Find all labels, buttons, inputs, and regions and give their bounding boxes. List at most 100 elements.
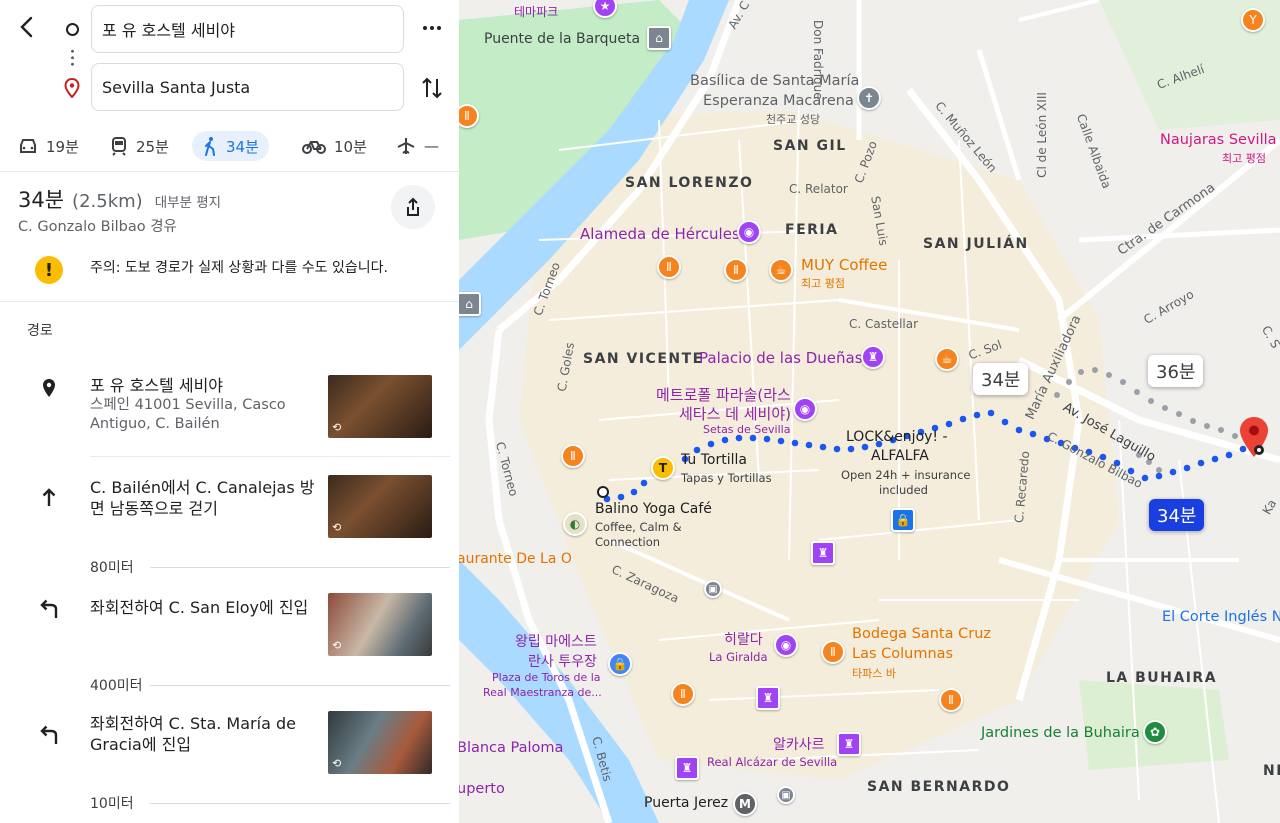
tortilla-icon[interactable]: T — [651, 456, 675, 480]
walk-icon — [205, 137, 215, 156]
street-label: Cl de León XIII — [1034, 92, 1049, 178]
restaurant-icon[interactable]: Ⅱ — [671, 682, 695, 706]
area-label: SAN VICENTE — [583, 351, 704, 367]
bus-stop-icon[interactable]: ▣ — [704, 580, 722, 598]
more-options-button[interactable] — [420, 18, 444, 38]
step-distance: 400미터 — [90, 678, 143, 694]
mode-tab-flight[interactable]: — — [386, 131, 449, 161]
poi-label[interactable]: Palacio de las Dueñas — [699, 349, 863, 367]
camera-icon[interactable]: ◉ — [793, 397, 817, 421]
poi-label[interactable]: uperto — [459, 781, 505, 797]
street-view-thumbnail[interactable]: ⟲ — [328, 475, 432, 538]
mode-tab-cycling[interactable]: 10분 — [292, 131, 377, 161]
poi-label[interactable]: El Corte Inglés Nerv — [1162, 609, 1280, 625]
restaurant-icon[interactable]: Ⅱ — [821, 640, 845, 664]
back-button[interactable] — [12, 10, 40, 44]
poi-label[interactable]: Naujaras Sevilla — [1160, 132, 1277, 148]
poi-label[interactable]: Las Columnas — [852, 646, 953, 662]
poi-label[interactable]: Jardines de la Buhaira — [981, 725, 1140, 741]
museum-icon[interactable]: ♜ — [756, 686, 780, 710]
route-summary: 34분 (2.5km) 대부분 평지 — [18, 184, 221, 214]
origin-input[interactable]: 포 유 호스텔 세비야 — [91, 5, 404, 53]
divider — [0, 301, 459, 302]
plane-icon — [397, 138, 415, 154]
step-direction[interactable]: 좌회전하여 C. Sta. María de Gracia에 진입 ⟲ — [0, 706, 459, 781]
street-view-thumbnail[interactable]: ⟲ — [328, 593, 432, 656]
cafe-logo-icon[interactable]: ◐ — [563, 512, 587, 536]
poi-label[interactable]: MUY Coffee — [801, 256, 887, 274]
church-icon[interactable]: ✝ — [857, 86, 881, 110]
poi-label[interactable]: Esperanza Macarena — [703, 93, 854, 109]
poi-label[interactable]: 왕립 마에스트 — [515, 631, 597, 651]
poi-label[interactable]: 히랄다 — [724, 629, 763, 649]
park-icon[interactable]: ✿ — [1143, 720, 1167, 744]
restaurant-icon[interactable]: Ⅱ — [724, 258, 748, 282]
poi-label[interactable]: 세타스 데 세비야) — [679, 403, 791, 424]
landmark-icon[interactable]: ⌂ — [459, 292, 481, 316]
bar-icon[interactable]: Y — [1241, 8, 1265, 32]
museum-icon[interactable]: ♜ — [861, 345, 885, 369]
share-button[interactable] — [391, 185, 435, 229]
swap-button[interactable] — [421, 75, 443, 105]
street-view-thumbnail[interactable]: ⟲ — [328, 375, 432, 438]
poi-label[interactable]: ALFALFA — [871, 448, 929, 464]
destination-marker[interactable] — [1239, 416, 1269, 462]
poi-label[interactable]: Tu Tortilla — [681, 452, 747, 468]
bridge-icon[interactable]: ⌂ — [647, 26, 671, 50]
train-icon — [112, 137, 126, 156]
ticket-icon[interactable]: 🔒 — [608, 652, 632, 676]
route-alt-time-label[interactable]: 36분 — [1148, 355, 1204, 387]
metro-icon[interactable]: M — [733, 792, 757, 816]
poi-label[interactable]: 란사 투우장 — [528, 651, 597, 671]
poi-label[interactable]: Bodega Santa Cruz — [852, 626, 991, 642]
arrow-up-icon — [36, 484, 62, 510]
destination-input[interactable]: Sevilla Santa Justa — [91, 63, 404, 111]
restaurant-icon[interactable]: Ⅱ — [657, 255, 681, 279]
route-start-marker[interactable] — [597, 486, 609, 498]
route-alt-time-label[interactable]: 34분 — [973, 363, 1029, 395]
divider — [150, 803, 450, 804]
summary-via: C. Gonzalo Bilbao 경유 — [18, 219, 177, 235]
divider — [150, 685, 450, 686]
destination-point — [1254, 445, 1264, 455]
mode-tab-cycling-label: 10분 — [334, 137, 367, 156]
mode-tab-transit[interactable]: 25분 — [100, 131, 179, 161]
poi-label[interactable]: Basílica de Santa María — [690, 73, 859, 89]
street-view-thumbnail[interactable]: ⟲ — [328, 711, 432, 774]
poi-label[interactable]: 메트로폴 파라솔(라스 — [656, 384, 791, 405]
step-origin[interactable]: 포 유 호스텔 세비야 스페인 41001 Sevilla, Casco Ant… — [0, 370, 459, 445]
poi-label[interactable]: Blanca Paloma — [459, 740, 563, 756]
poi-label[interactable]: 알카사르 — [773, 734, 825, 754]
mode-tab-walking-label: 34분 — [226, 137, 259, 156]
share-icon — [407, 197, 419, 216]
mode-tab-walking[interactable]: 34분 — [192, 131, 269, 161]
coffee-icon[interactable]: ☕ — [935, 347, 959, 371]
museum-icon[interactable]: ♜ — [675, 756, 699, 780]
step-title: 포 유 호스텔 세비야 — [90, 376, 224, 395]
lock-storage-icon[interactable]: 🔒 — [891, 508, 915, 532]
step-direction[interactable]: 좌회전하여 C. San Eloy에 진입 ⟲ — [0, 588, 459, 663]
360-view-icon: ⟲ — [332, 521, 342, 534]
step-direction[interactable]: C. Bailén에서 C. Canalejas 방면 남동쪽으로 걷기 ⟲ — [0, 470, 459, 545]
poi-sublabel: 최고 평점 — [1222, 152, 1266, 165]
poi-label[interactable]: 테마파크 — [514, 3, 558, 20]
museum-icon[interactable]: ♜ — [811, 541, 835, 565]
restaurant-icon[interactable]: Ⅱ — [939, 688, 963, 712]
poi-sublabel: Open 24h + insurance — [841, 468, 971, 482]
poi-label[interactable]: Alameda de Hércules — [580, 225, 740, 243]
restaurant-icon[interactable]: Ⅱ — [561, 444, 585, 468]
route-active-time-label[interactable]: 34분 — [1149, 499, 1205, 531]
poi-sublabel: La Giralda — [709, 650, 768, 664]
poi-label[interactable]: LOCK&enjoy! - — [846, 429, 948, 445]
poi-label[interactable]: Puerta Jerez — [644, 795, 728, 811]
coffee-icon[interactable]: ☕ — [769, 258, 793, 282]
bus-stop-icon[interactable]: ▣ — [777, 786, 795, 804]
camera-icon[interactable]: ◉ — [774, 633, 798, 657]
back-arrow-icon — [20, 16, 33, 38]
poi-label[interactable]: aurante De La O — [459, 551, 572, 567]
poi-label[interactable]: Balino Yoga Café — [595, 501, 712, 517]
map-canvas[interactable]: 34분 36분 34분 SAN GIL SAN LORENZO FERIA SA… — [459, 0, 1280, 823]
museum-icon[interactable]: ♜ — [837, 732, 861, 756]
mode-tab-driving[interactable]: 19분 — [8, 131, 89, 161]
camera-icon[interactable]: ◉ — [737, 220, 761, 244]
